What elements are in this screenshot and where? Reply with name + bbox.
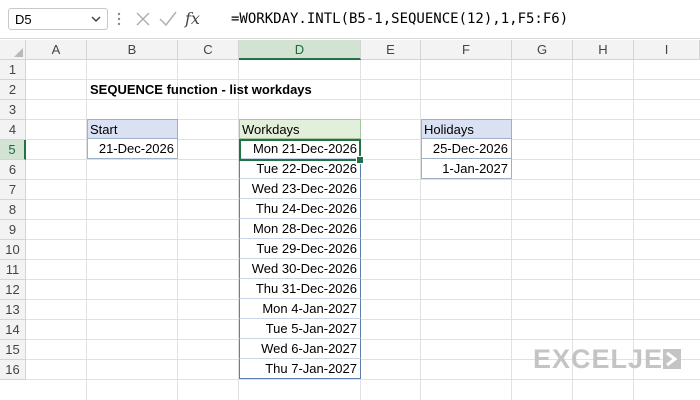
cancel-icon[interactable]: [133, 8, 153, 30]
row-header-5[interactable]: 5: [0, 140, 26, 160]
column-header-c[interactable]: C: [178, 40, 239, 60]
grid-hline: [26, 339, 700, 340]
grid-hline: [26, 319, 700, 320]
row-header-2[interactable]: 2: [0, 80, 26, 100]
name-box[interactable]: D5: [8, 8, 108, 30]
grid-vline: [511, 60, 512, 400]
grid-hline: [26, 279, 700, 280]
column-header-a[interactable]: A: [26, 40, 87, 60]
insert-function-icon[interactable]: fx: [185, 8, 209, 30]
formula-bar-divider: [0, 38, 700, 39]
enter-check-icon[interactable]: [157, 8, 179, 30]
row-header-13[interactable]: 13: [0, 300, 26, 320]
column-header-h[interactable]: H: [573, 40, 634, 60]
more-options-icon[interactable]: [116, 8, 122, 30]
workday-cell[interactable]: Thu 7-Jan-2027: [239, 359, 361, 379]
grid-vline: [86, 60, 87, 400]
row-header-3[interactable]: 3: [0, 100, 26, 120]
exceljet-logo: EXCELJET: [533, 344, 681, 375]
grid-hline: [26, 199, 700, 200]
row-header-1[interactable]: 1: [0, 60, 26, 80]
workday-cell[interactable]: Thu 31-Dec-2026: [239, 279, 361, 299]
start-value[interactable]: 21-Dec-2026: [87, 139, 178, 159]
logo-text: EXCELJET: [533, 344, 681, 374]
fx-label: fx: [185, 9, 200, 28]
column-header-f[interactable]: F: [421, 40, 512, 60]
column-header-d[interactable]: D: [239, 40, 361, 60]
formula-input[interactable]: =WORKDAY.INTL(B5-1,SEQUENCE(12),1,F5:F6): [227, 4, 697, 34]
workday-cell[interactable]: Thu 24-Dec-2026: [239, 199, 361, 219]
holiday-cell[interactable]: 25-Dec-2026: [421, 139, 512, 159]
workday-cell[interactable]: Mon 4-Jan-2027: [239, 299, 361, 319]
sheet-title[interactable]: SEQUENCE function - list workdays: [90, 80, 312, 100]
workday-cell[interactable]: Wed 6-Jan-2027: [239, 339, 361, 359]
workday-cell[interactable]: Tue 5-Jan-2027: [239, 319, 361, 339]
column-header-e[interactable]: E: [361, 40, 421, 60]
row-header-10[interactable]: 10: [0, 240, 26, 260]
grid-hline: [26, 179, 700, 180]
row-header-16[interactable]: 16: [0, 360, 26, 380]
row-header-6[interactable]: 6: [0, 160, 26, 180]
exceljet-logo-icon: [663, 349, 681, 369]
select-all-icon: [14, 48, 23, 57]
column-header-g[interactable]: G: [512, 40, 573, 60]
row-header-4[interactable]: 4: [0, 120, 26, 140]
row-header-7[interactable]: 7: [0, 180, 26, 200]
fill-handle[interactable]: [356, 156, 364, 164]
column-header-i[interactable]: I: [634, 40, 700, 60]
workday-cell[interactable]: Tue 22-Dec-2026: [239, 159, 361, 179]
row-header-14[interactable]: 14: [0, 320, 26, 340]
grid-hline: [26, 219, 700, 220]
grid-vline: [420, 60, 421, 400]
column-header-b[interactable]: B: [87, 40, 178, 60]
workday-cell[interactable]: Mon 28-Dec-2026: [239, 219, 361, 239]
grid-hline: [26, 259, 700, 260]
name-box-value: D5: [15, 12, 32, 27]
select-all-button[interactable]: [0, 40, 26, 60]
start-header[interactable]: Start: [87, 119, 178, 139]
workday-cell[interactable]: Wed 23-Dec-2026: [239, 179, 361, 199]
row-header-8[interactable]: 8: [0, 200, 26, 220]
workday-cell[interactable]: Tue 29-Dec-2026: [239, 239, 361, 259]
chevron-down-icon[interactable]: [90, 12, 102, 26]
holiday-cell[interactable]: 1-Jan-2027: [421, 159, 512, 179]
active-cell-border: [239, 139, 361, 161]
workday-cell[interactable]: Wed 30-Dec-2026: [239, 259, 361, 279]
row-header-9[interactable]: 9: [0, 220, 26, 240]
grid-hline: [26, 239, 700, 240]
row-header-11[interactable]: 11: [0, 260, 26, 280]
grid-hline: [26, 299, 700, 300]
formula-bar: D5 fx =WORKDAY.INTL(B5-1,SEQUENCE(12),1,…: [0, 0, 700, 40]
row-header-15[interactable]: 15: [0, 340, 26, 360]
grid-hline: [26, 379, 700, 380]
holidays-header[interactable]: Holidays: [421, 119, 512, 139]
row-header-12[interactable]: 12: [0, 280, 26, 300]
grid-vline: [177, 60, 178, 400]
workdays-header[interactable]: Workdays: [239, 119, 361, 139]
